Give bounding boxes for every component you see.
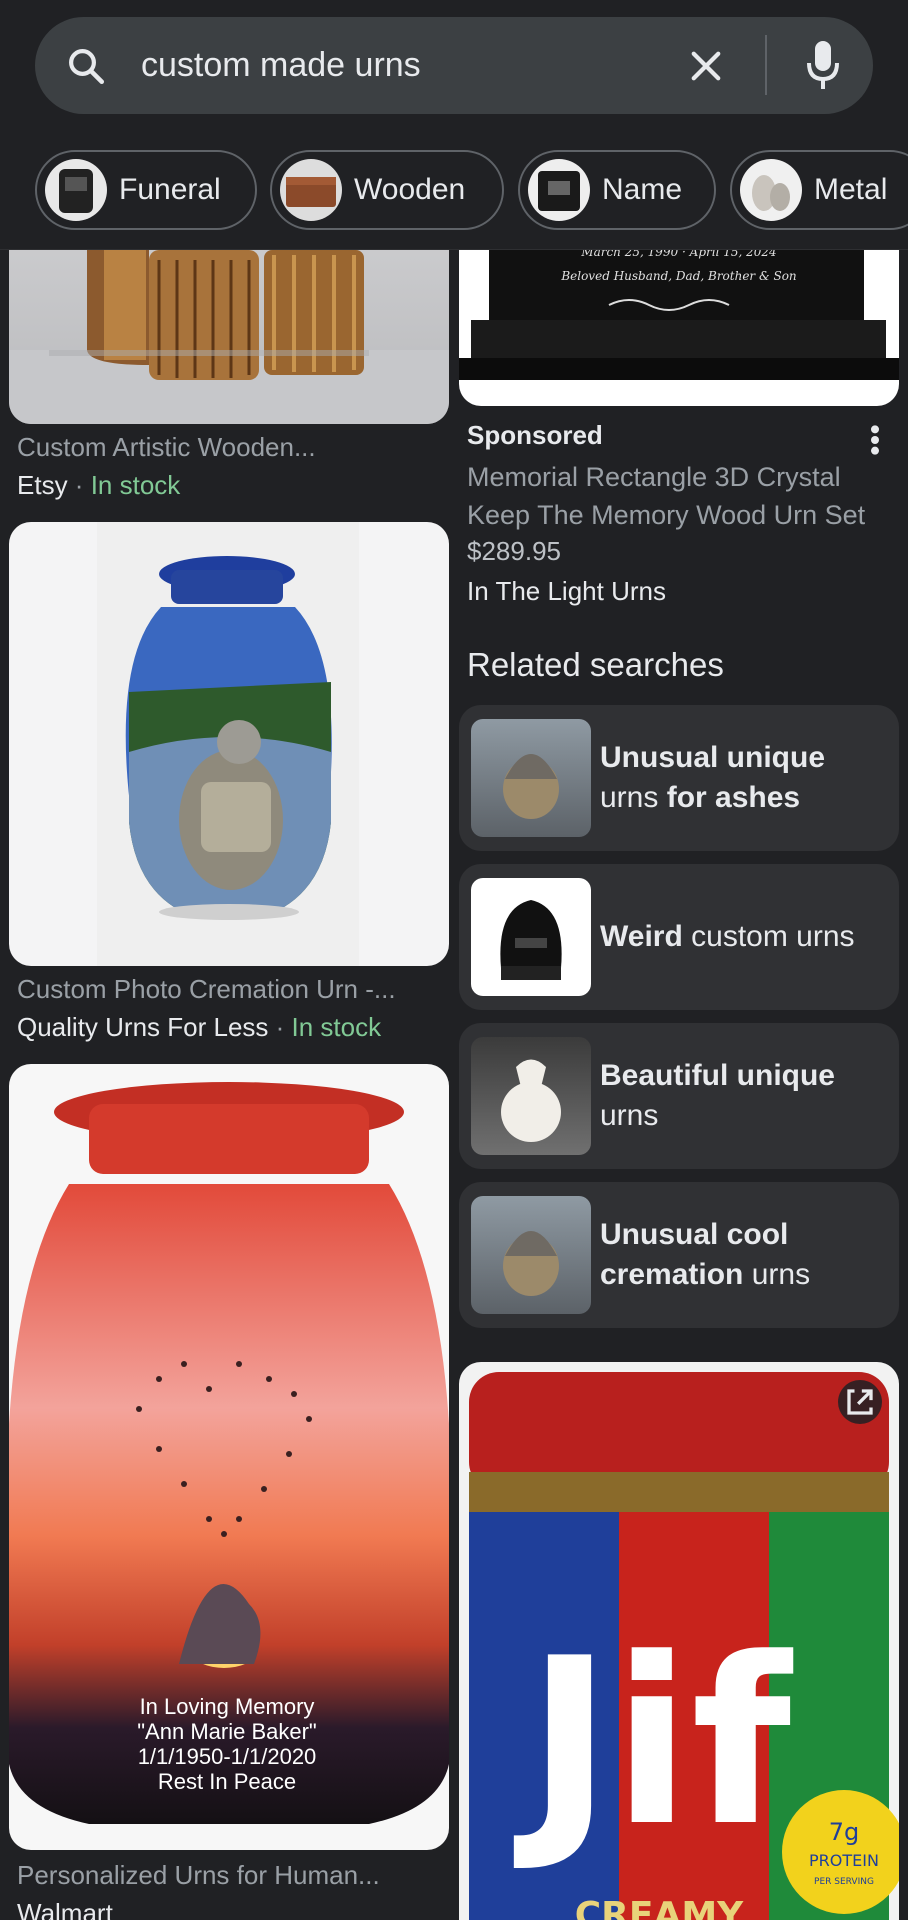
result-source: Walmart — [17, 1898, 113, 1920]
related-thumbnail — [471, 878, 591, 996]
stock-status: In stock — [90, 470, 181, 500]
chip-label: Metal — [814, 173, 888, 206]
chip-label: Funeral — [119, 173, 221, 206]
source-name: Etsy — [17, 470, 68, 500]
inscription-line: Rest In Peace — [158, 1769, 296, 1794]
search-header: custom made urns Funeral Wooden Name Met… — [0, 0, 908, 250]
chip-label: Wooden — [354, 173, 466, 206]
wooden-urn-thumbnail — [280, 159, 342, 221]
clear-icon[interactable] — [685, 45, 727, 87]
more-options-icon[interactable] — [868, 424, 882, 456]
related-label: Unusual cool cremation urns — [600, 1182, 890, 1328]
red-urn-image[interactable]: In Loving Memory "Ann Marie Baker" 1/1/1… — [9, 1064, 449, 1850]
inscription-line: In Loving Memory — [140, 1694, 315, 1719]
related-label: Beautiful unique urns — [600, 1023, 890, 1169]
related-search-beautiful-unique[interactable]: Beautiful unique urns — [459, 1023, 899, 1169]
microphone-icon[interactable] — [803, 39, 843, 91]
related-normal-text: urns — [743, 1258, 811, 1291]
open-in-new-icon[interactable] — [838, 1380, 882, 1424]
inscription-line: "Ann Marie Baker" — [137, 1719, 316, 1744]
result-title[interactable]: Custom Photo Cremation Urn -... — [17, 974, 396, 1005]
ad-price: $289.95 — [467, 536, 561, 566]
related-normal-text: urns — [600, 1099, 659, 1132]
blue-urn-illustration — [97, 522, 359, 966]
photo-urn-image[interactable] — [9, 522, 449, 966]
chip-funeral[interactable]: Funeral — [35, 150, 257, 230]
badge-text: PER SERVING — [814, 1877, 874, 1887]
sponsored-label: Sponsored — [467, 420, 603, 450]
badge-text: 7g — [829, 1818, 860, 1846]
crystal-inscription-line: Beloved Husband, Dad, Brother & Son — [560, 269, 796, 283]
result-source: Etsy · In stock — [17, 470, 180, 501]
related-search-unusual-cool[interactable]: Unusual cool cremation urns — [459, 1182, 899, 1328]
source-separator: · — [268, 1012, 292, 1042]
related-thumbnail — [471, 719, 591, 837]
source-name: Quality Urns For Less — [17, 1012, 269, 1042]
related-bold-text: Unusual unique — [600, 741, 825, 774]
related-label: Unusual unique urns for ashes — [600, 705, 890, 851]
jar-brand: Jif — [514, 1610, 794, 1877]
related-bold-text: Weird — [600, 920, 683, 953]
ad-seller: In The Light Urns — [467, 576, 666, 606]
related-thumbnail — [471, 1037, 591, 1155]
related-normal-text: custom urns — [682, 920, 855, 953]
badge-text: PROTEIN — [809, 1851, 879, 1870]
stock-status: In stock — [291, 1012, 382, 1042]
related-search-unusual-unique[interactable]: Unusual unique urns for ashes — [459, 705, 899, 851]
search-divider — [765, 35, 767, 95]
related-bold-text: Beautiful unique — [600, 1059, 835, 1092]
related-label: Weird custom urns — [600, 864, 890, 1010]
chip-name[interactable]: Name — [518, 150, 716, 230]
search-icon[interactable] — [65, 45, 107, 87]
chip-metal[interactable]: Metal — [730, 150, 908, 230]
related-bold-text: for ashes — [666, 781, 801, 814]
related-searches-heading: Related searches — [467, 646, 724, 683]
search-bar[interactable]: custom made urns — [35, 17, 873, 114]
chip-label: Name — [602, 173, 683, 206]
jif-jar-image[interactable]: Jif CREAMY 7g PROTEIN PER SERVING — [459, 1362, 899, 1920]
jif-jar-illustration: Jif CREAMY 7g PROTEIN PER SERVING — [469, 1372, 899, 1920]
result-title[interactable]: Custom Artistic Wooden... — [17, 432, 316, 463]
source-separator: · — [67, 470, 91, 500]
ad-title[interactable]: Memorial Rectangle 3D Crystal Keep The M… — [467, 458, 887, 534]
chip-wooden[interactable]: Wooden — [270, 150, 504, 230]
related-thumbnail — [471, 1196, 591, 1314]
inscription-line: 1/1/1950-1/1/2020 — [138, 1744, 317, 1769]
related-normal-text: urns — [600, 781, 667, 814]
metal-urn-thumbnail — [740, 159, 802, 221]
search-input[interactable]: custom made urns — [141, 41, 421, 89]
result-title[interactable]: Personalized Urns for Human... — [17, 1860, 380, 1891]
jar-label: CREAMY — [575, 1895, 744, 1920]
red-urn-illustration: In Loving Memory "Ann Marie Baker" 1/1/1… — [9, 1082, 449, 1824]
related-search-weird-custom[interactable]: Weird custom urns — [459, 864, 899, 1010]
name-urn-thumbnail — [528, 159, 590, 221]
result-source: Quality Urns For Less · In stock — [17, 1012, 381, 1043]
funeral-urn-thumbnail — [45, 159, 107, 221]
